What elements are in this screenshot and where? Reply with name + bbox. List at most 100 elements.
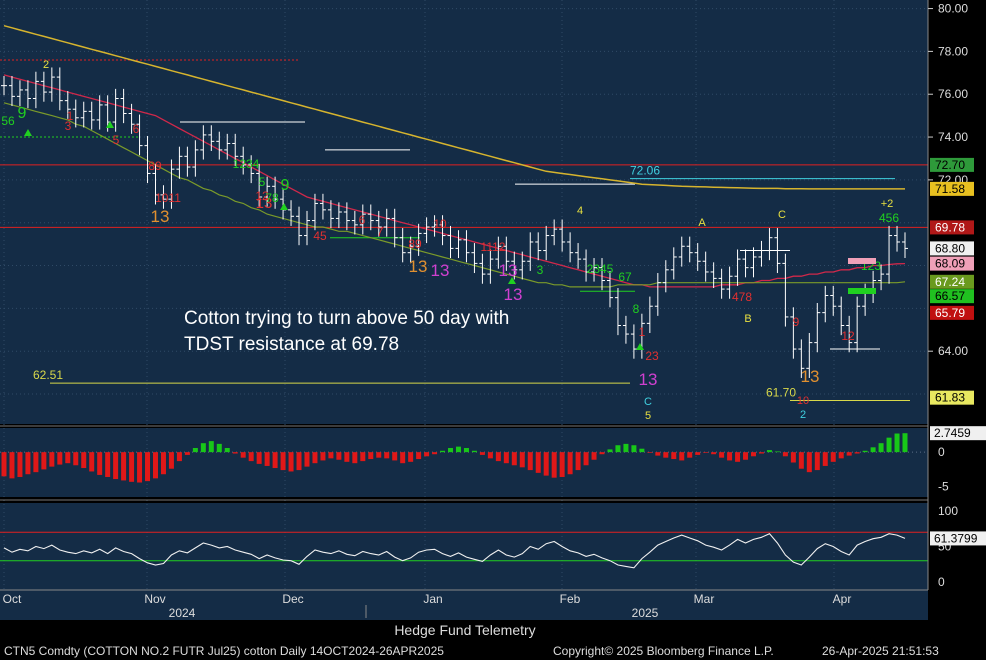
momentum-bar: [328, 452, 334, 459]
axis-tick-label: 80.00: [938, 2, 968, 16]
td-count-label: 89: [148, 159, 162, 173]
momentum-bar: [495, 452, 501, 462]
momentum-bar: [312, 452, 318, 464]
momentum-bar: [320, 452, 326, 461]
price-label: 71.58: [930, 181, 974, 196]
momentum-bar: [368, 452, 374, 460]
momentum-bar: [344, 452, 350, 462]
momentum-bar: [798, 452, 804, 469]
setup-bar-green: [848, 288, 876, 294]
svg-text:66.57: 66.57: [935, 289, 965, 303]
momentum-bar: [73, 452, 79, 466]
momentum-bar: [487, 452, 493, 459]
momentum-bar: [272, 452, 278, 469]
svg-text:68.80: 68.80: [935, 241, 965, 255]
momentum-bar: [49, 452, 55, 467]
momentum-bar: [471, 450, 477, 453]
momentum-bar: [583, 452, 589, 466]
momentum-bar: [894, 433, 900, 453]
momentum-bar: [232, 452, 238, 454]
month-label: Mar: [694, 592, 715, 606]
momentum-bar: [806, 452, 812, 473]
td-count-label: 13: [499, 261, 518, 280]
momentum-bar: [519, 452, 525, 468]
momentum-bar: [711, 452, 717, 455]
momentum-bar: [647, 452, 653, 453]
momentum-bar: [216, 443, 222, 453]
td-count-label: 1011: [155, 191, 181, 205]
momentum-bar: [575, 452, 581, 471]
momentum-bar: [160, 452, 166, 475]
td-count-label: 56: [1, 114, 15, 128]
td-count-label: 12: [841, 329, 855, 343]
td-count-label: 456: [879, 211, 899, 225]
momentum-bar: [176, 452, 182, 462]
momentum-bar: [822, 452, 828, 466]
momentum-bar: [121, 452, 127, 481]
momentum-bar: [663, 452, 669, 458]
momentum-bar: [264, 452, 270, 466]
momentum-bar: [360, 452, 366, 462]
rsi-last-value: 61.3799: [930, 531, 986, 546]
annotation-line-2: TDST resistance at 69.78: [184, 334, 400, 355]
momentum-bar: [376, 452, 382, 458]
td-count-label: A: [698, 217, 706, 229]
svg-text:68.09: 68.09: [935, 257, 965, 271]
chart-annotation: Cotton trying to turn above 50 day with …: [184, 306, 509, 358]
td-count-label: 5: [259, 175, 266, 189]
momentum-bar: [743, 452, 749, 460]
axis-tick-label: 78.00: [938, 44, 968, 58]
momentum-bar: [440, 450, 446, 453]
price-label: 68.09: [930, 256, 974, 271]
td-count-label: 13: [504, 285, 523, 304]
momentum-bar: [639, 448, 645, 453]
momentum-bar: [41, 452, 47, 470]
momentum-bar: [503, 452, 509, 464]
momentum-bar: [567, 452, 573, 475]
month-label: Nov: [144, 592, 165, 606]
momentum-bar: [400, 452, 406, 464]
td-count-label: 2345: [587, 262, 614, 276]
momentum-bar: [719, 452, 725, 458]
momentum-bar: [751, 452, 757, 457]
momentum-bar: [296, 452, 302, 471]
momentum-bar: [631, 445, 637, 453]
td-count-label: 2: [43, 59, 49, 71]
momentum-bar: [671, 452, 677, 460]
momentum-bar: [408, 452, 414, 462]
momentum-bar: [463, 448, 469, 453]
momentum-tick-label: -5: [938, 480, 949, 494]
td-count-label: 9: [793, 315, 800, 329]
month-label: Dec: [282, 592, 303, 606]
momentum-bar: [599, 452, 605, 455]
level-label: 62.51: [33, 368, 63, 382]
year-label: 2024: [169, 606, 196, 620]
svg-text:61.83: 61.83: [935, 391, 965, 405]
momentum-bar: [511, 452, 517, 466]
xaxis-band: [0, 590, 928, 620]
momentum-bar: [240, 452, 246, 458]
momentum-bar: [416, 452, 422, 460]
momentum-bar: [479, 452, 485, 455]
td-count-label: 6: [359, 213, 366, 227]
momentum-bar: [878, 443, 884, 453]
momentum-bar: [687, 452, 693, 458]
momentum-bar: [758, 452, 764, 454]
momentum-bar: [774, 451, 780, 453]
td-count-label: 10: [797, 395, 809, 407]
momentum-bar: [105, 452, 111, 477]
td-count-label: 13: [639, 370, 658, 389]
td-count-label: 5: [645, 410, 651, 422]
momentum-bar: [623, 443, 629, 453]
footer-security: CTN5 Comdty (COTTON NO.2 FUTR Jul25) cot…: [4, 644, 444, 658]
td-count-label: 5: [113, 133, 120, 147]
momentum-bar: [392, 452, 398, 461]
price-label: 69.78: [930, 220, 974, 235]
momentum-bar: [695, 452, 701, 455]
year-label: 2025: [632, 606, 659, 620]
svg-text:71.58: 71.58: [935, 182, 965, 196]
momentum-bar: [655, 452, 661, 456]
momentum-bar: [591, 452, 597, 460]
momentum-bar: [424, 452, 430, 457]
rsi-tick-label: 0: [938, 575, 945, 589]
